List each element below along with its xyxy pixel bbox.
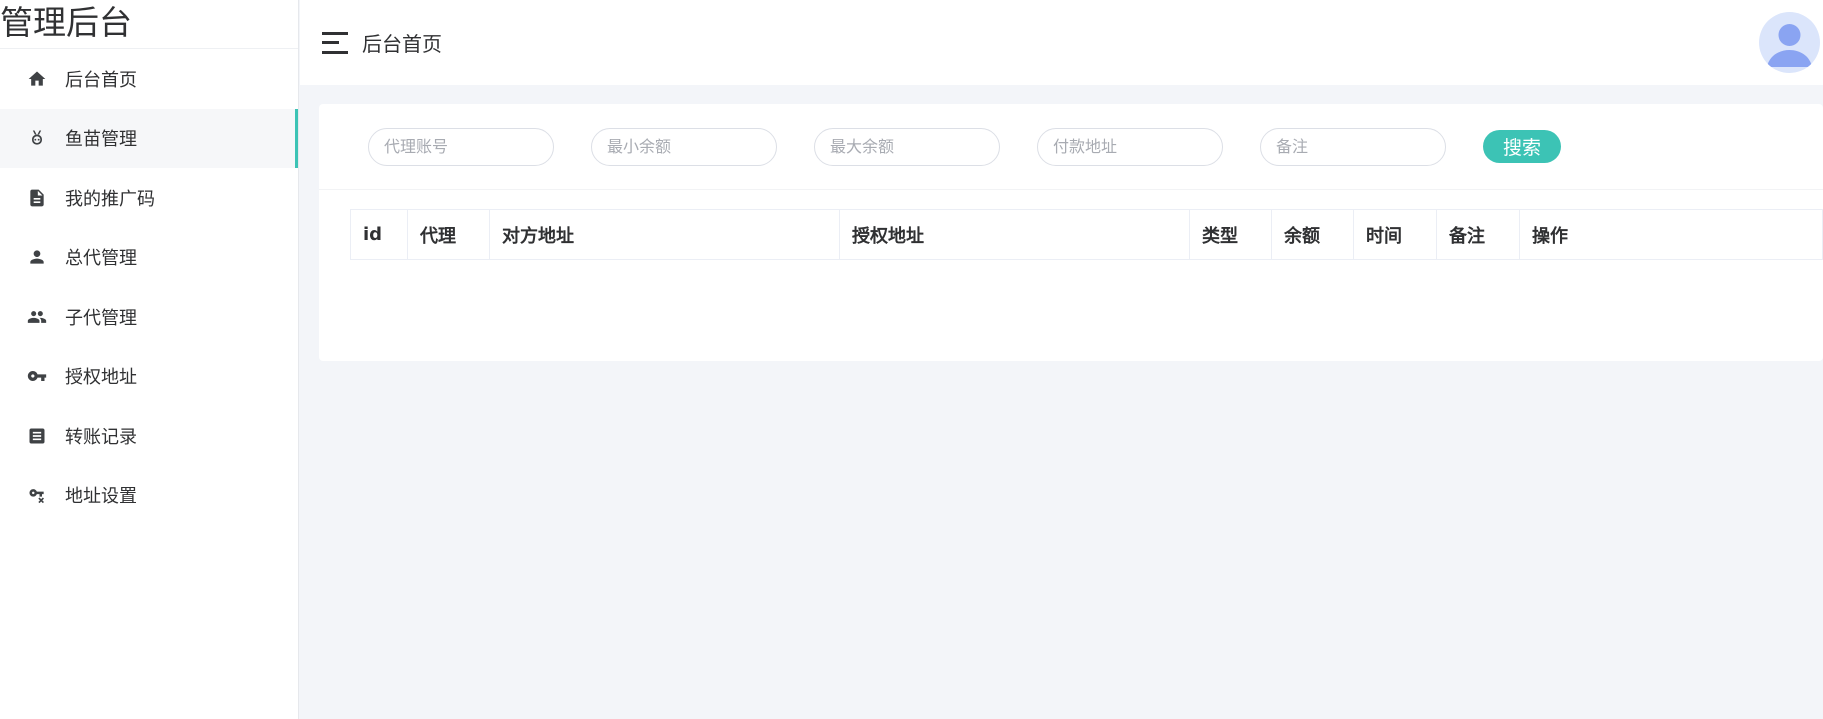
sidebar-item-transfer-records[interactable]: 转账记录 — [0, 406, 298, 466]
remark-input[interactable] — [1260, 127, 1446, 166]
sidebar-item-sub-agent[interactable]: 子代管理 — [0, 287, 298, 347]
page-title: 后台首页 — [362, 32, 442, 56]
sidebar-item-fish[interactable]: 鱼苗管理 — [0, 108, 298, 168]
people-icon — [25, 305, 49, 329]
column-header-time[interactable]: 时间 — [1353, 209, 1437, 260]
sidebar-item-general-agent[interactable]: 总代管理 — [0, 228, 298, 288]
sidebar-menu: 后台首页 鱼苗管理 我的推广码 总代管理 子代管理 授权地址 转账记录 地址设置 — [0, 49, 298, 525]
top-header: 后台首页 — [300, 0, 1823, 85]
document-icon — [25, 186, 49, 210]
sidebar-item-label: 地址设置 — [65, 486, 137, 508]
search-button[interactable]: 搜索 — [1483, 130, 1562, 163]
column-header-type[interactable]: 类型 — [1189, 209, 1272, 260]
sidebar-item-label: 转账记录 — [65, 426, 137, 448]
receipt-icon — [25, 424, 49, 448]
column-header-remark[interactable]: 备注 — [1436, 209, 1520, 260]
column-header-counterparty-address[interactable]: 对方地址 — [489, 209, 840, 260]
column-header-actions[interactable]: 操作 — [1519, 209, 1823, 260]
content-card: 搜索 id 代理 对方地址 授权地址 类型 余额 时间 备注 操作 — [319, 104, 1823, 361]
fish-icon — [25, 126, 49, 150]
column-header-agent[interactable]: 代理 — [407, 209, 490, 260]
column-header-balance[interactable]: 余额 — [1271, 209, 1354, 260]
agent-account-input[interactable] — [368, 127, 554, 166]
sidebar-item-label: 我的推广码 — [65, 188, 155, 210]
sidebar-item-label: 后台首页 — [65, 69, 137, 91]
sidebar-item-label: 授权地址 — [65, 367, 137, 389]
sidebar-item-address-settings[interactable]: 地址设置 — [0, 466, 298, 526]
sidebar-item-promo-code[interactable]: 我的推广码 — [0, 168, 298, 228]
home-icon — [25, 67, 49, 91]
sidebar-item-label: 子代管理 — [65, 307, 137, 329]
max-balance-input[interactable] — [814, 127, 1000, 166]
sidebar-item-label: 鱼苗管理 — [65, 129, 137, 151]
records-table: id 代理 对方地址 授权地址 类型 余额 时间 备注 操作 — [350, 209, 1823, 260]
column-header-auth-address[interactable]: 授权地址 — [839, 209, 1190, 260]
key-off-icon — [25, 483, 49, 507]
sidebar-item-label: 总代管理 — [65, 248, 137, 270]
min-balance-input[interactable] — [591, 127, 777, 166]
sidebar: 管理后台 后台首页 鱼苗管理 我的推广码 总代管理 子代管理 授权地址 转账记录… — [0, 0, 299, 719]
avatar[interactable] — [1759, 12, 1820, 73]
key-icon — [25, 364, 49, 388]
app-title: 管理后台 — [0, 0, 298, 49]
filter-bar: 搜索 — [319, 104, 1823, 190]
payment-address-input[interactable] — [1037, 127, 1223, 166]
person-icon — [25, 245, 49, 269]
column-header-id[interactable]: id — [350, 209, 408, 260]
sidebar-item-home[interactable]: 后台首页 — [0, 49, 298, 109]
menu-toggle-icon[interactable] — [322, 31, 348, 54]
user-avatar-icon — [1767, 24, 1812, 67]
sidebar-item-auth-address[interactable]: 授权地址 — [0, 347, 298, 407]
table-header-row: id 代理 对方地址 授权地址 类型 余额 时间 备注 操作 — [350, 209, 1823, 260]
